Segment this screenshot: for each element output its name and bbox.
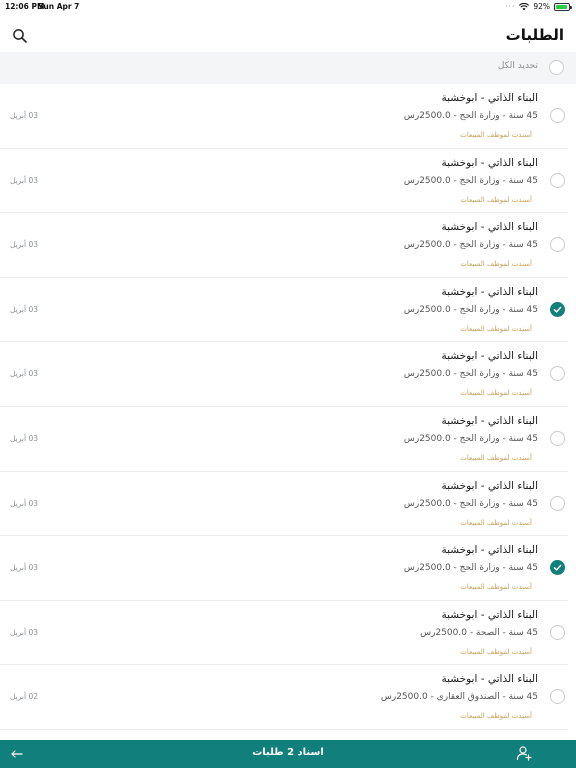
requests-list: البناء الذاتي - ابوخشبة 45 سنة - وزارة ا… <box>0 84 576 730</box>
item-date: 03 أبريل <box>10 111 39 120</box>
item-checkbox[interactable] <box>550 560 565 576</box>
assign-bar[interactable]: اسناد 2 طلبات <box>0 740 576 768</box>
search-icon[interactable] <box>12 28 28 44</box>
item-subtitle: 45 سنة - وزارة الحج - 2500.0رس <box>403 175 538 186</box>
item-date: 03 أبريل <box>10 175 39 185</box>
list-item[interactable]: البناء الذاتي - ابوخشبة 45 سنة - وزارة ا… <box>0 213 568 278</box>
item-subtitle: 45 سنة - وزارة الحج - 2500.0رس <box>403 563 538 574</box>
battery-icon <box>554 2 572 11</box>
checkmark-icon <box>553 564 562 571</box>
list-item[interactable]: البناء الذاتي - ابوخشبة 45 سنة - وزارة ا… <box>0 278 568 343</box>
select-all-row[interactable]: تحديد الكل <box>0 52 576 84</box>
item-date: 03 أبريل <box>10 369 39 379</box>
list-item[interactable]: البناء الذاتي - ابوخشبة 45 سنة - وزارة ا… <box>0 84 568 149</box>
item-title: البناء الذاتي - ابوخشبة <box>441 608 538 621</box>
item-title: البناء الذاتي - ابوخشبة <box>441 92 538 104</box>
item-subtitle: 45 سنة - الصندوق العقاري - 2500.0رس <box>380 692 538 703</box>
add-user-icon[interactable] <box>516 745 532 761</box>
select-all-label: تحديد الكل <box>497 61 538 71</box>
item-subtitle: 45 سنة - وزارة الحج - 2500.0رس <box>403 369 538 380</box>
status-bar: 12:06 PM Sun Apr 7 ··· 92% <box>0 0 576 14</box>
item-title: البناء الذاتي - ابوخشبة <box>441 156 538 169</box>
item-checkbox[interactable] <box>550 108 565 123</box>
item-date: 03 أبريل <box>10 240 39 250</box>
battery-percent: 92% <box>533 2 550 11</box>
item-title: البناء الذاتي - ابوخشبة <box>441 350 538 363</box>
item-status: أسندت لموظف المبيعات <box>460 195 532 204</box>
assign-button-label[interactable]: اسناد 2 طلبات <box>0 747 576 758</box>
item-checkbox[interactable] <box>550 366 565 382</box>
item-date: 03 أبريل <box>10 433 39 443</box>
item-checkbox[interactable] <box>550 172 565 188</box>
item-date: 02 أبريل <box>10 692 39 702</box>
list-item[interactable]: البناء الذاتي - ابوخشبة 45 سنة - وزارة ا… <box>0 149 568 214</box>
list-item[interactable]: البناء الذاتي - ابوخشبة 45 سنة - وزارة ا… <box>0 342 568 407</box>
item-title: البناء الذاتي - ابوخشبة <box>441 479 538 492</box>
list-item[interactable]: البناء الذاتي - ابوخشبة 45 سنة - الصحة -… <box>0 601 568 666</box>
status-right: ··· 92% <box>505 2 572 11</box>
status-date: Sun Apr 7 <box>38 2 80 11</box>
item-status: أسندت لموظف المبيعات <box>460 389 532 398</box>
checkmark-icon <box>553 306 562 313</box>
item-subtitle: 45 سنة - وزارة الحج - 2500.0رس <box>403 304 538 315</box>
page-title: الطلبات <box>505 26 564 44</box>
item-status: أسندت لموظف المبيعات <box>460 260 532 269</box>
item-title: البناء الذاتي - ابوخشبة <box>441 414 538 427</box>
item-checkbox[interactable] <box>550 430 565 446</box>
item-title: البناء الذاتي - ابوخشبة <box>441 673 538 686</box>
item-title: البناء الذاتي - ابوخشبة <box>441 221 538 234</box>
item-subtitle: 45 سنة - الصحة - 2500.0رس <box>420 627 538 638</box>
select-all-checkbox[interactable] <box>549 60 564 75</box>
item-checkbox[interactable] <box>550 301 565 317</box>
item-checkbox[interactable] <box>550 689 565 705</box>
list-item[interactable]: البناء الذاتي - ابوخشبة 45 سنة - وزارة ا… <box>0 407 568 472</box>
list-item[interactable]: البناء الذاتي - ابوخشبة 45 سنة - الصندوق… <box>0 665 568 730</box>
item-checkbox[interactable] <box>550 624 565 640</box>
item-date: 03 أبريل <box>10 563 39 573</box>
item-title: البناء الذاتي - ابوخشبة <box>441 544 538 557</box>
item-status: أسندت لموظف المبيعات <box>460 518 532 527</box>
item-status: أسندت لموظف المبيعات <box>460 324 532 333</box>
item-checkbox[interactable] <box>550 495 565 511</box>
item-subtitle: 45 سنة - وزارة الحج - 2500.0رس <box>403 498 538 509</box>
header: الطلبات <box>0 22 576 52</box>
item-status: أسندت لموظف المبيعات <box>460 712 532 721</box>
item-status: أسندت لموظف المبيعات <box>460 647 532 656</box>
wifi-icon <box>519 2 530 10</box>
item-date: 03 أبريل <box>10 304 39 314</box>
dots-icon: ··· <box>505 2 516 11</box>
list-item[interactable]: البناء الذاتي - ابوخشبة 45 سنة - وزارة ا… <box>0 472 568 537</box>
item-subtitle: 45 سنة - وزارة الحج - 2500.0رس <box>403 240 538 251</box>
item-subtitle: 45 سنة - وزارة الحج - 2500.0رس <box>403 433 538 444</box>
item-checkbox[interactable] <box>550 237 565 253</box>
item-title: البناء الذاتي - ابوخشبة <box>441 285 538 298</box>
item-date: 03 أبريل <box>10 498 39 508</box>
item-status: أسندت لموظف المبيعات <box>460 131 532 139</box>
item-status: أسندت لموظف المبيعات <box>460 583 532 592</box>
list-item[interactable]: البناء الذاتي - ابوخشبة 45 سنة - وزارة ا… <box>0 536 568 601</box>
item-date: 03 أبريل <box>10 627 39 637</box>
item-status: أسندت لموظف المبيعات <box>460 453 532 462</box>
item-subtitle: 45 سنة - وزارة الحج - 2500.0رس <box>403 111 538 121</box>
